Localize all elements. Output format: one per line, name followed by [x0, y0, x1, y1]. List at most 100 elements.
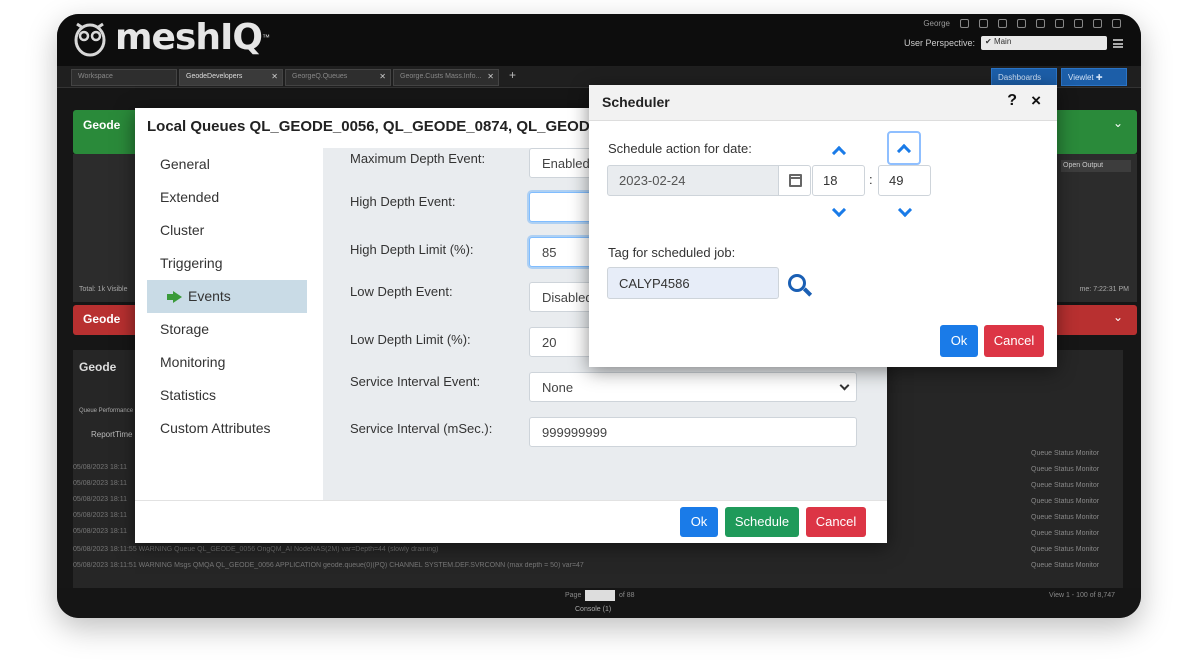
- nav-statistics[interactable]: Statistics: [147, 379, 307, 412]
- properties-nav: General Extended Cluster Triggering Even…: [135, 148, 320, 500]
- tab-mass-info[interactable]: George.Custs Mass.Info... ✕: [393, 69, 499, 86]
- calendar-button[interactable]: [778, 165, 811, 196]
- dashboards-label: Dashboards: [998, 73, 1042, 82]
- nav-general[interactable]: General: [147, 148, 307, 181]
- dashboards-button[interactable]: Dashboards: [991, 68, 1057, 86]
- minute-down-icon[interactable]: [897, 202, 913, 218]
- menu-icon[interactable]: [1113, 38, 1123, 48]
- close-icon[interactable]: ×: [1031, 91, 1041, 111]
- date-input[interactable]: 2023-02-24: [607, 165, 779, 196]
- minute-input[interactable]: 49: [878, 165, 931, 196]
- perspective-selector: User Perspective: ✔ Main: [904, 36, 1123, 50]
- tab-geode-developers[interactable]: GeodeDevelopers ✕: [179, 69, 283, 86]
- view-range: View 1 - 100 of 8,747: [1048, 592, 1115, 599]
- log-row: 05/08/2023 18:11:55 WARNING Queue QL_GEO…: [73, 546, 439, 553]
- scheduler-cancel-button[interactable]: Cancel: [984, 325, 1044, 357]
- close-icon[interactable]: ✕: [379, 72, 386, 81]
- dialog-title: Local Queues QL_GEODE_0056, QL_GEODE_087…: [147, 118, 625, 135]
- console-tab[interactable]: Console (1): [575, 606, 611, 613]
- log-source: Queue Status Monitor: [1031, 546, 1100, 553]
- panel-title: Geode: [83, 312, 121, 326]
- gear-icon[interactable]: [1036, 19, 1045, 28]
- tag-label: Tag for scheduled job:: [608, 245, 736, 260]
- page-of: of 88: [619, 592, 635, 599]
- calendar-icon: [789, 174, 802, 187]
- help-icon[interactable]: ?: [1007, 92, 1017, 110]
- low-depth-event-label: Low Depth Event:: [350, 284, 453, 299]
- ok-button[interactable]: Ok: [680, 507, 718, 537]
- minute-up-button[interactable]: [887, 131, 921, 165]
- report-time-header: ReportTime: [91, 430, 133, 439]
- tab-label: Workspace: [78, 73, 113, 80]
- scheduler-header: Scheduler ? ×: [589, 85, 1057, 121]
- messages-icon[interactable]: [979, 19, 988, 28]
- top-bar: meshIQ ™ George User Perspective: ✔ Main: [57, 14, 1141, 66]
- chart-icon[interactable]: [998, 19, 1007, 28]
- max-depth-event-label: Maximum Depth Event:: [350, 151, 486, 166]
- logo: meshIQ ™: [69, 16, 270, 58]
- date-label: Schedule action for date:: [608, 141, 752, 156]
- power-icon[interactable]: [1112, 19, 1121, 28]
- minute-up-icon: [896, 143, 912, 159]
- tab-queues[interactable]: GeorgeQ.Queues ✕: [285, 69, 391, 86]
- users-icon[interactable]: [960, 19, 969, 28]
- owl-logo-icon: [74, 22, 106, 57]
- dialog-footer: Ok Schedule Cancel: [135, 500, 887, 543]
- close-icon[interactable]: ✕: [271, 72, 278, 81]
- chevron-down-icon: [839, 380, 850, 391]
- viewlet-label: Viewlet: [1068, 73, 1094, 82]
- scheduler-ok-button[interactable]: Ok: [940, 325, 978, 357]
- nav-events[interactable]: Events: [147, 280, 307, 313]
- tab-label: GeorgeQ.Queues: [292, 73, 348, 80]
- nav-extended[interactable]: Extended: [147, 181, 307, 214]
- tab-workspace[interactable]: Workspace: [71, 69, 177, 86]
- hour-up-icon[interactable]: [831, 145, 847, 161]
- service-interval-event-select[interactable]: None: [529, 372, 857, 402]
- cancel-button[interactable]: Cancel: [806, 507, 866, 537]
- shield-icon[interactable]: [1055, 19, 1064, 28]
- log-source: Queue Status Monitor: [1031, 466, 1100, 473]
- tab-label: GeodeDevelopers: [186, 73, 243, 80]
- close-icon[interactable]: ✕: [487, 72, 494, 81]
- log-source: Queue Status Monitor: [1031, 514, 1100, 521]
- log-source: Queue Status Monitor: [1031, 482, 1100, 489]
- hour-input[interactable]: 18: [812, 165, 865, 196]
- log-source: Queue Status Monitor: [1031, 530, 1100, 537]
- hour-down-icon[interactable]: [831, 202, 847, 218]
- info-icon[interactable]: [1093, 19, 1102, 28]
- nav-storage[interactable]: Storage: [147, 313, 307, 346]
- nav-custom-attributes[interactable]: Custom Attributes: [147, 412, 307, 445]
- help-icon[interactable]: [1074, 19, 1083, 28]
- user-toolbar: George: [923, 19, 1121, 28]
- search-icon[interactable]: [788, 274, 806, 292]
- service-interval-label: Service Interval (mSec.):: [350, 421, 493, 436]
- nav-label: Events: [188, 288, 231, 304]
- chevron-down-icon[interactable]: ⌄: [1113, 310, 1123, 324]
- low-depth-limit-label: Low Depth Limit (%):: [350, 332, 471, 347]
- page-input[interactable]: [585, 590, 615, 601]
- trademark: ™: [261, 32, 270, 42]
- arrow-right-icon: [167, 291, 182, 304]
- nav-triggering[interactable]: Triggering: [147, 247, 307, 280]
- time-text: me: 7:22:31 PM: [1079, 286, 1129, 293]
- open-output-header: Open Output: [1061, 160, 1131, 172]
- panel-title: Geode: [83, 118, 121, 132]
- user-name: George: [923, 19, 950, 28]
- viewlet-button[interactable]: Viewlet ✚: [1061, 68, 1127, 86]
- tag-input[interactable]: CALYP4586: [607, 267, 779, 299]
- nav-monitoring[interactable]: Monitoring: [147, 346, 307, 379]
- scheduler-title: Scheduler: [602, 94, 670, 110]
- total-text: Total: 1k Visible: [79, 286, 128, 293]
- high-depth-limit-label: High Depth Limit (%):: [350, 242, 474, 257]
- add-tab-icon[interactable]: +: [509, 68, 516, 82]
- perspective-value: Main: [993, 37, 1012, 46]
- perspective-select[interactable]: ✔ Main: [981, 36, 1107, 50]
- service-interval-input[interactable]: 999999999: [529, 417, 857, 447]
- service-interval-event-label: Service Interval Event:: [350, 374, 481, 389]
- clock-icon[interactable]: [1017, 19, 1026, 28]
- logo-text: meshIQ: [115, 16, 263, 58]
- log-source: Queue Status Monitor: [1031, 450, 1100, 457]
- schedule-button[interactable]: Schedule: [725, 507, 799, 537]
- chevron-down-icon[interactable]: ⌄: [1113, 116, 1123, 130]
- nav-cluster[interactable]: Cluster: [147, 214, 307, 247]
